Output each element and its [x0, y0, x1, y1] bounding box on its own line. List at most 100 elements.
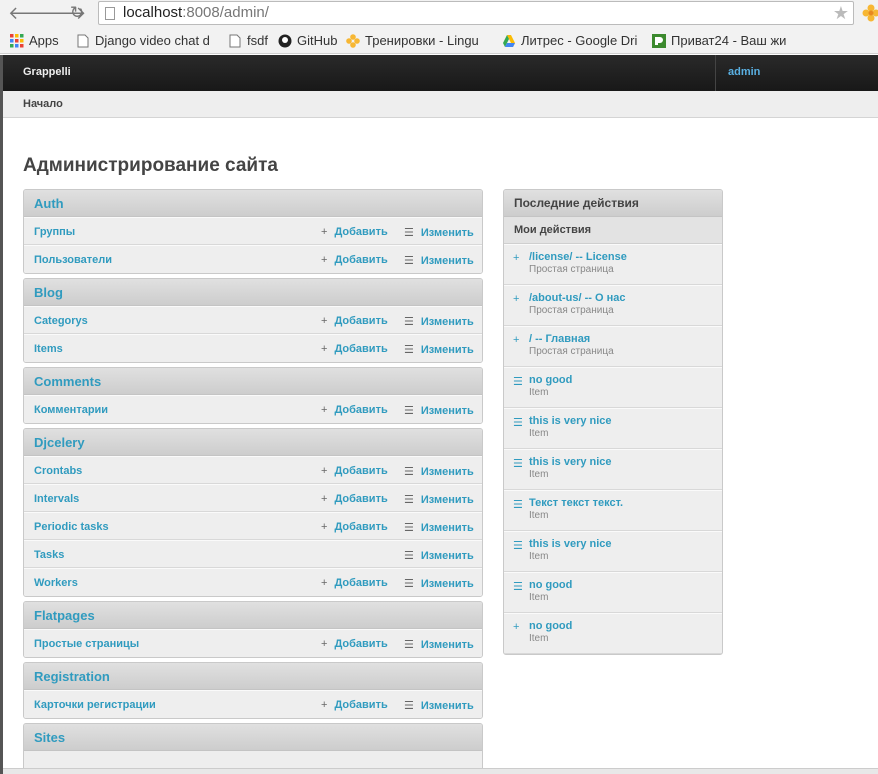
recent-action-link[interactable]: no good — [529, 579, 572, 591]
address-bar[interactable]: localhost:8008/admin/ ★ — [98, 1, 854, 25]
plus-icon: + — [321, 226, 328, 238]
model-link[interactable]: Crontabs — [34, 465, 82, 477]
recent-action-link[interactable]: this is very nice — [529, 456, 612, 468]
model-link[interactable]: Карточки регистрации — [34, 699, 156, 711]
add-label: Добавить — [334, 699, 388, 711]
change-button[interactable]: ☰ Изменить — [404, 577, 474, 590]
module-title[interactable]: Flatpages — [24, 602, 482, 629]
module-title[interactable]: Auth — [24, 190, 482, 217]
bookmark-item[interactable]: Django video chat d — [76, 32, 210, 50]
breadcrumb-home[interactable]: Начало — [23, 98, 63, 110]
recent-action-link[interactable]: /about-us/ -- О нас — [529, 292, 625, 304]
model-row: Crontabs + Добавить ☰ Изменить — [24, 456, 482, 484]
change-button[interactable]: ☰ Изменить — [404, 549, 474, 562]
bookmark-item[interactable]: Apps — [10, 32, 59, 50]
model-row: Workers + Добавить ☰ Изменить — [24, 568, 482, 596]
model-row: Группы + Добавить ☰ Изменить — [24, 217, 482, 245]
model-link[interactable]: Группы — [34, 226, 75, 238]
plus-icon: + — [321, 315, 328, 327]
model-link[interactable]: Intervals — [34, 493, 79, 505]
recent-actions-panel: Последние действия Мои действия + /licens… — [503, 189, 723, 655]
privat-icon — [652, 33, 666, 48]
model-link[interactable]: Items — [34, 343, 63, 355]
recent-action-link[interactable]: Текст текст текст. — [529, 497, 623, 509]
add-label: Добавить — [334, 577, 388, 589]
model-row: Комментарии + Добавить ☰ Изменить — [24, 395, 482, 423]
module-title[interactable]: Comments — [24, 368, 482, 395]
module-title[interactable]: Sites — [24, 724, 482, 751]
bookmark-item[interactable]: Литрес - Google Dri — [502, 32, 637, 50]
app-module-auth: Auth Группы + Добавить ☰ Изменить Пользователи… — [23, 189, 483, 274]
plus-icon: + — [321, 521, 328, 533]
change-button[interactable]: ☰ Изменить — [404, 226, 474, 239]
bookmark-label: Apps — [29, 33, 59, 48]
recent-action-link[interactable]: no good — [529, 374, 572, 386]
model-link[interactable]: Простые страницы — [34, 638, 139, 650]
change-button[interactable]: ☰ Изменить — [404, 521, 474, 534]
add-button[interactable]: + Добавить — [321, 521, 388, 533]
bookmark-item[interactable]: GitHub — [278, 32, 337, 50]
add-button[interactable]: + Добавить — [321, 493, 388, 505]
add-label: Добавить — [334, 465, 388, 477]
model-link[interactable]: Periodic tasks — [34, 521, 109, 533]
bookmark-star-icon[interactable]: ★ — [833, 3, 849, 23]
model-link[interactable]: Categorys — [34, 315, 88, 327]
recent-action-link[interactable]: this is very nice — [529, 538, 612, 550]
model-link[interactable]: Tasks — [34, 549, 64, 561]
browser-toolbar: 🡐 🡒 ↻ localhost:8008/admin/ ★ — [0, 0, 878, 28]
model-link[interactable]: Пользователи — [34, 254, 112, 266]
list-icon: ☰ — [404, 255, 414, 267]
change-button[interactable]: ☰ Изменить — [404, 638, 474, 651]
add-button[interactable]: + Добавить — [321, 465, 388, 477]
plus-icon: + — [321, 638, 328, 650]
horizontal-scrollbar[interactable] — [3, 768, 878, 774]
forward-arrow-icon[interactable]: 🡒 — [38, 3, 86, 23]
my-actions-subtitle: Мои действия — [504, 217, 722, 244]
recent-action-item: ☰ this is very nice Item — [504, 408, 722, 449]
change-button[interactable]: ☰ Изменить — [404, 699, 474, 712]
model-link[interactable]: Комментарии — [34, 404, 108, 416]
user-link[interactable]: admin — [728, 66, 760, 78]
add-button[interactable]: + Добавить — [321, 638, 388, 650]
add-button[interactable]: + Добавить — [321, 577, 388, 589]
change-button[interactable]: ☰ Изменить — [404, 404, 474, 417]
bookmark-item[interactable]: fsdf — [228, 32, 268, 50]
add-button[interactable]: + Добавить — [321, 315, 388, 327]
change-button[interactable]: ☰ Изменить — [404, 315, 474, 328]
change-button[interactable]: ☰ Изменить — [404, 493, 474, 506]
flower-icon[interactable] — [862, 4, 878, 22]
add-button[interactable]: + Добавить — [321, 254, 388, 266]
module-title[interactable]: Djcelery — [24, 429, 482, 456]
add-button[interactable]: + Добавить — [321, 699, 388, 711]
change-button[interactable]: ☰ Изменить — [404, 343, 474, 356]
bookmark-item[interactable]: Тренировки - Lingu — [346, 32, 479, 50]
plus-icon: + — [321, 465, 328, 477]
add-label: Добавить — [334, 315, 388, 327]
recent-action-link[interactable]: this is very nice — [529, 415, 612, 427]
model-row: Items + Добавить ☰ Изменить — [24, 334, 482, 362]
bookmark-item[interactable]: Приват24 - Ваш жи — [652, 32, 786, 50]
change-label: Изменить — [420, 639, 474, 651]
add-button[interactable]: + Добавить — [321, 343, 388, 355]
module-title[interactable]: Blog — [24, 279, 482, 306]
add-label: Добавить — [334, 638, 388, 650]
add-button[interactable]: + Добавить — [321, 226, 388, 238]
back-arrow-icon[interactable]: 🡐 — [8, 3, 56, 23]
url-text[interactable]: localhost:8008/admin/ — [123, 4, 269, 22]
model-link[interactable]: Workers — [34, 577, 78, 589]
change-label: Изменить — [420, 700, 474, 712]
module-title[interactable]: Registration — [24, 663, 482, 690]
add-button[interactable]: + Добавить — [321, 404, 388, 416]
user-menu[interactable]: admin — [715, 55, 878, 91]
plus-icon: + — [321, 254, 328, 266]
list-icon: ☰ — [404, 227, 414, 239]
change-button[interactable]: ☰ Изменить — [404, 254, 474, 267]
recent-action-link[interactable]: /license/ -- License — [529, 251, 627, 263]
recent-action-link[interactable]: no good — [529, 620, 572, 632]
change-button[interactable]: ☰ Изменить — [404, 465, 474, 478]
recent-action-link[interactable]: / -- Главная — [529, 333, 590, 345]
list-icon: ☰ — [404, 639, 414, 651]
recent-action-item: + /license/ -- License Простая страница — [504, 244, 722, 285]
plus-icon: + — [513, 293, 520, 305]
reload-icon[interactable]: ↻ — [66, 3, 88, 23]
